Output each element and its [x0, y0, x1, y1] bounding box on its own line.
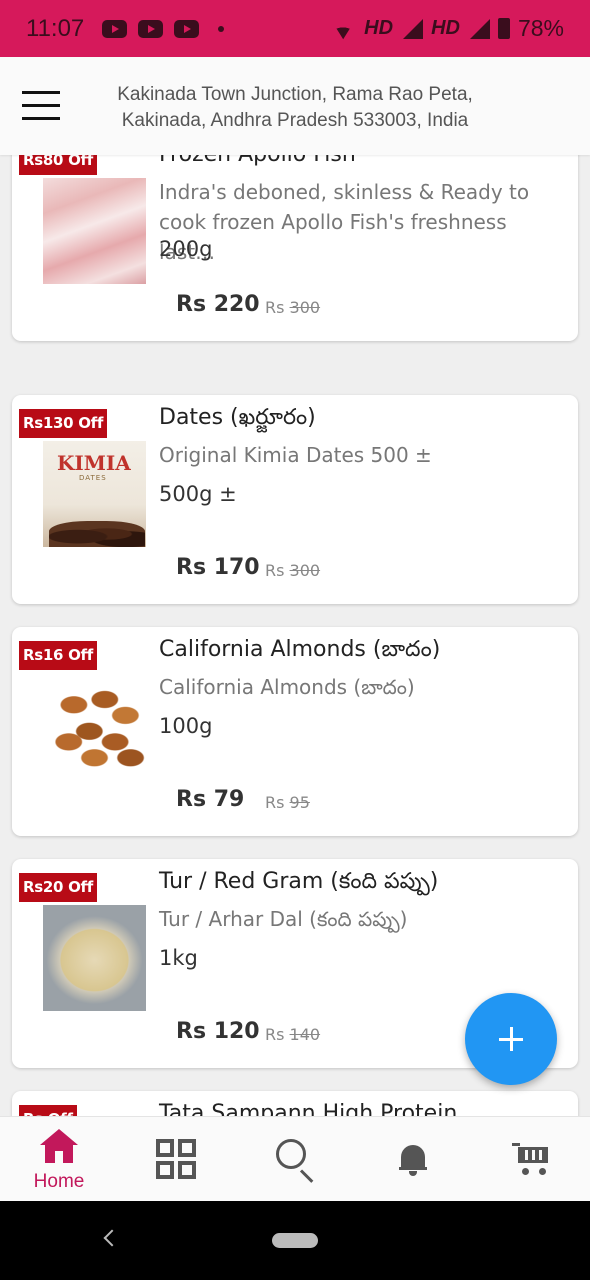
dates-logo-subtext: DATES	[79, 474, 107, 482]
search-icon	[276, 1139, 316, 1183]
product-quantity: 100g	[159, 714, 213, 738]
mrp-prefix: Rs	[265, 298, 285, 317]
nav-item-notifications[interactable]	[354, 1117, 472, 1202]
signal-icon	[468, 18, 490, 39]
youtube-icon	[138, 19, 164, 38]
fish-image	[43, 178, 146, 284]
product-price: Rs 170	[176, 555, 260, 580]
bottom-nav: Home	[0, 1116, 590, 1201]
nav-label-home: Home	[33, 1171, 85, 1192]
discount-badge: Rs20 Off	[19, 873, 97, 902]
almonds-image	[43, 673, 146, 779]
add-button[interactable]	[465, 993, 557, 1085]
dal-image	[43, 905, 146, 1011]
mrp-prefix: Rs	[265, 1025, 285, 1044]
product-mrp: Rs 300	[265, 561, 320, 580]
product-description: Tur / Arhar Dal (కంది పప్పు)	[159, 907, 408, 931]
product-mrp: Rs 95	[265, 793, 310, 812]
product-price: Rs 220	[176, 292, 260, 317]
youtube-icon	[102, 19, 128, 38]
product-price: Rs 79	[176, 787, 245, 812]
battery-icon	[497, 18, 510, 39]
product-description: Indra's deboned, skinless & Ready to coo…	[159, 180, 530, 264]
product-name: Tur / Red Gram (కంది పప్పు)	[159, 869, 439, 894]
app-header: Kakinada Town Junction, Rama Rao Peta, K…	[0, 57, 590, 155]
notification-dot-icon	[218, 25, 225, 32]
nav-item-home[interactable]: Home	[0, 1117, 118, 1202]
product-name: Dates (ఖర్జూరం)	[159, 405, 316, 430]
dates-logo-text: KIMIA	[57, 451, 131, 475]
product-card[interactable]: Rs80 Off Frozen Apollo Fish Indra's debo…	[12, 155, 578, 341]
mrp-value: 140	[289, 1025, 321, 1044]
status-time: 11:07	[26, 14, 85, 42]
nav-item-search[interactable]	[236, 1117, 354, 1202]
product-mrp: Rs 300	[265, 298, 320, 317]
product-description: Original Kimia Dates 500 ±	[159, 443, 432, 467]
product-image	[43, 673, 146, 779]
product-quantity: 1kg	[159, 946, 198, 970]
nav-item-cart[interactable]	[472, 1117, 590, 1202]
product-quantity: 200g	[159, 237, 213, 261]
dates-pile	[49, 521, 145, 547]
system-nav-bar	[0, 1201, 590, 1280]
dates-image: KIMIA DATES	[43, 441, 146, 547]
discount-badge: Rs Off	[19, 1105, 77, 1116]
mrp-value: 300	[289, 298, 321, 317]
grid-icon	[156, 1139, 198, 1181]
home-icon	[40, 1129, 78, 1163]
network-label-2: HD	[431, 17, 460, 39]
status-indicators: HD HD 78%	[330, 15, 564, 42]
product-name: Frozen Apollo Fish	[159, 155, 356, 167]
network-label-1: HD	[364, 17, 394, 39]
product-list: Rs80 Off Frozen Apollo Fish Indra's debo…	[0, 155, 590, 1116]
back-icon[interactable]	[103, 1229, 121, 1247]
product-name: California Almonds (బాదం)	[159, 637, 441, 662]
mrp-prefix: Rs	[265, 793, 285, 812]
discount-badge: Rs80 Off	[19, 155, 97, 175]
product-name: Tata Sampann High Protein	[159, 1101, 458, 1116]
cart-icon	[512, 1141, 552, 1177]
product-image: KIMIA DATES	[43, 441, 146, 547]
mrp-value: 300	[289, 561, 321, 580]
address-line-1: Kakinada Town Junction, Rama Rao Peta,	[117, 84, 473, 105]
bell-icon	[399, 1141, 427, 1176]
mrp-prefix: Rs	[265, 561, 285, 580]
product-price: Rs 120	[176, 1019, 260, 1044]
product-description: California Almonds (బాదం)	[159, 675, 415, 699]
app-root: 11:07 HD HD 78% Kakinada Town Junction, …	[0, 0, 590, 1280]
delivery-address[interactable]: Kakinada Town Junction, Rama Rao Peta, K…	[95, 82, 495, 134]
product-mrp: Rs 140	[265, 1025, 320, 1044]
menu-icon[interactable]	[22, 91, 60, 121]
status-bar: 11:07 HD HD 78%	[0, 0, 590, 57]
signal-icon	[401, 18, 424, 39]
battery-percent: 78%	[517, 15, 564, 41]
product-image	[43, 178, 146, 284]
wifi-icon	[330, 19, 356, 39]
nav-item-categories[interactable]	[118, 1117, 236, 1202]
home-pill-icon[interactable]	[272, 1233, 318, 1248]
product-card[interactable]: Rs16 Off California Almonds (బాదం) Calif…	[12, 627, 578, 836]
discount-badge: Rs16 Off	[19, 641, 97, 670]
address-line-2: Kakinada, Andhra Pradesh 533003, India	[121, 110, 469, 131]
youtube-icon	[174, 19, 200, 38]
product-card[interactable]: Rs Off Tata Sampann High Protein	[12, 1091, 578, 1116]
mrp-value: 95	[289, 793, 310, 812]
product-quantity: 500g ±	[159, 482, 237, 506]
product-image	[43, 905, 146, 1011]
discount-badge: Rs130 Off	[19, 409, 108, 438]
product-card[interactable]: KIMIA DATES Rs130 Off Dates (ఖర్జూరం) Or…	[12, 395, 578, 604]
